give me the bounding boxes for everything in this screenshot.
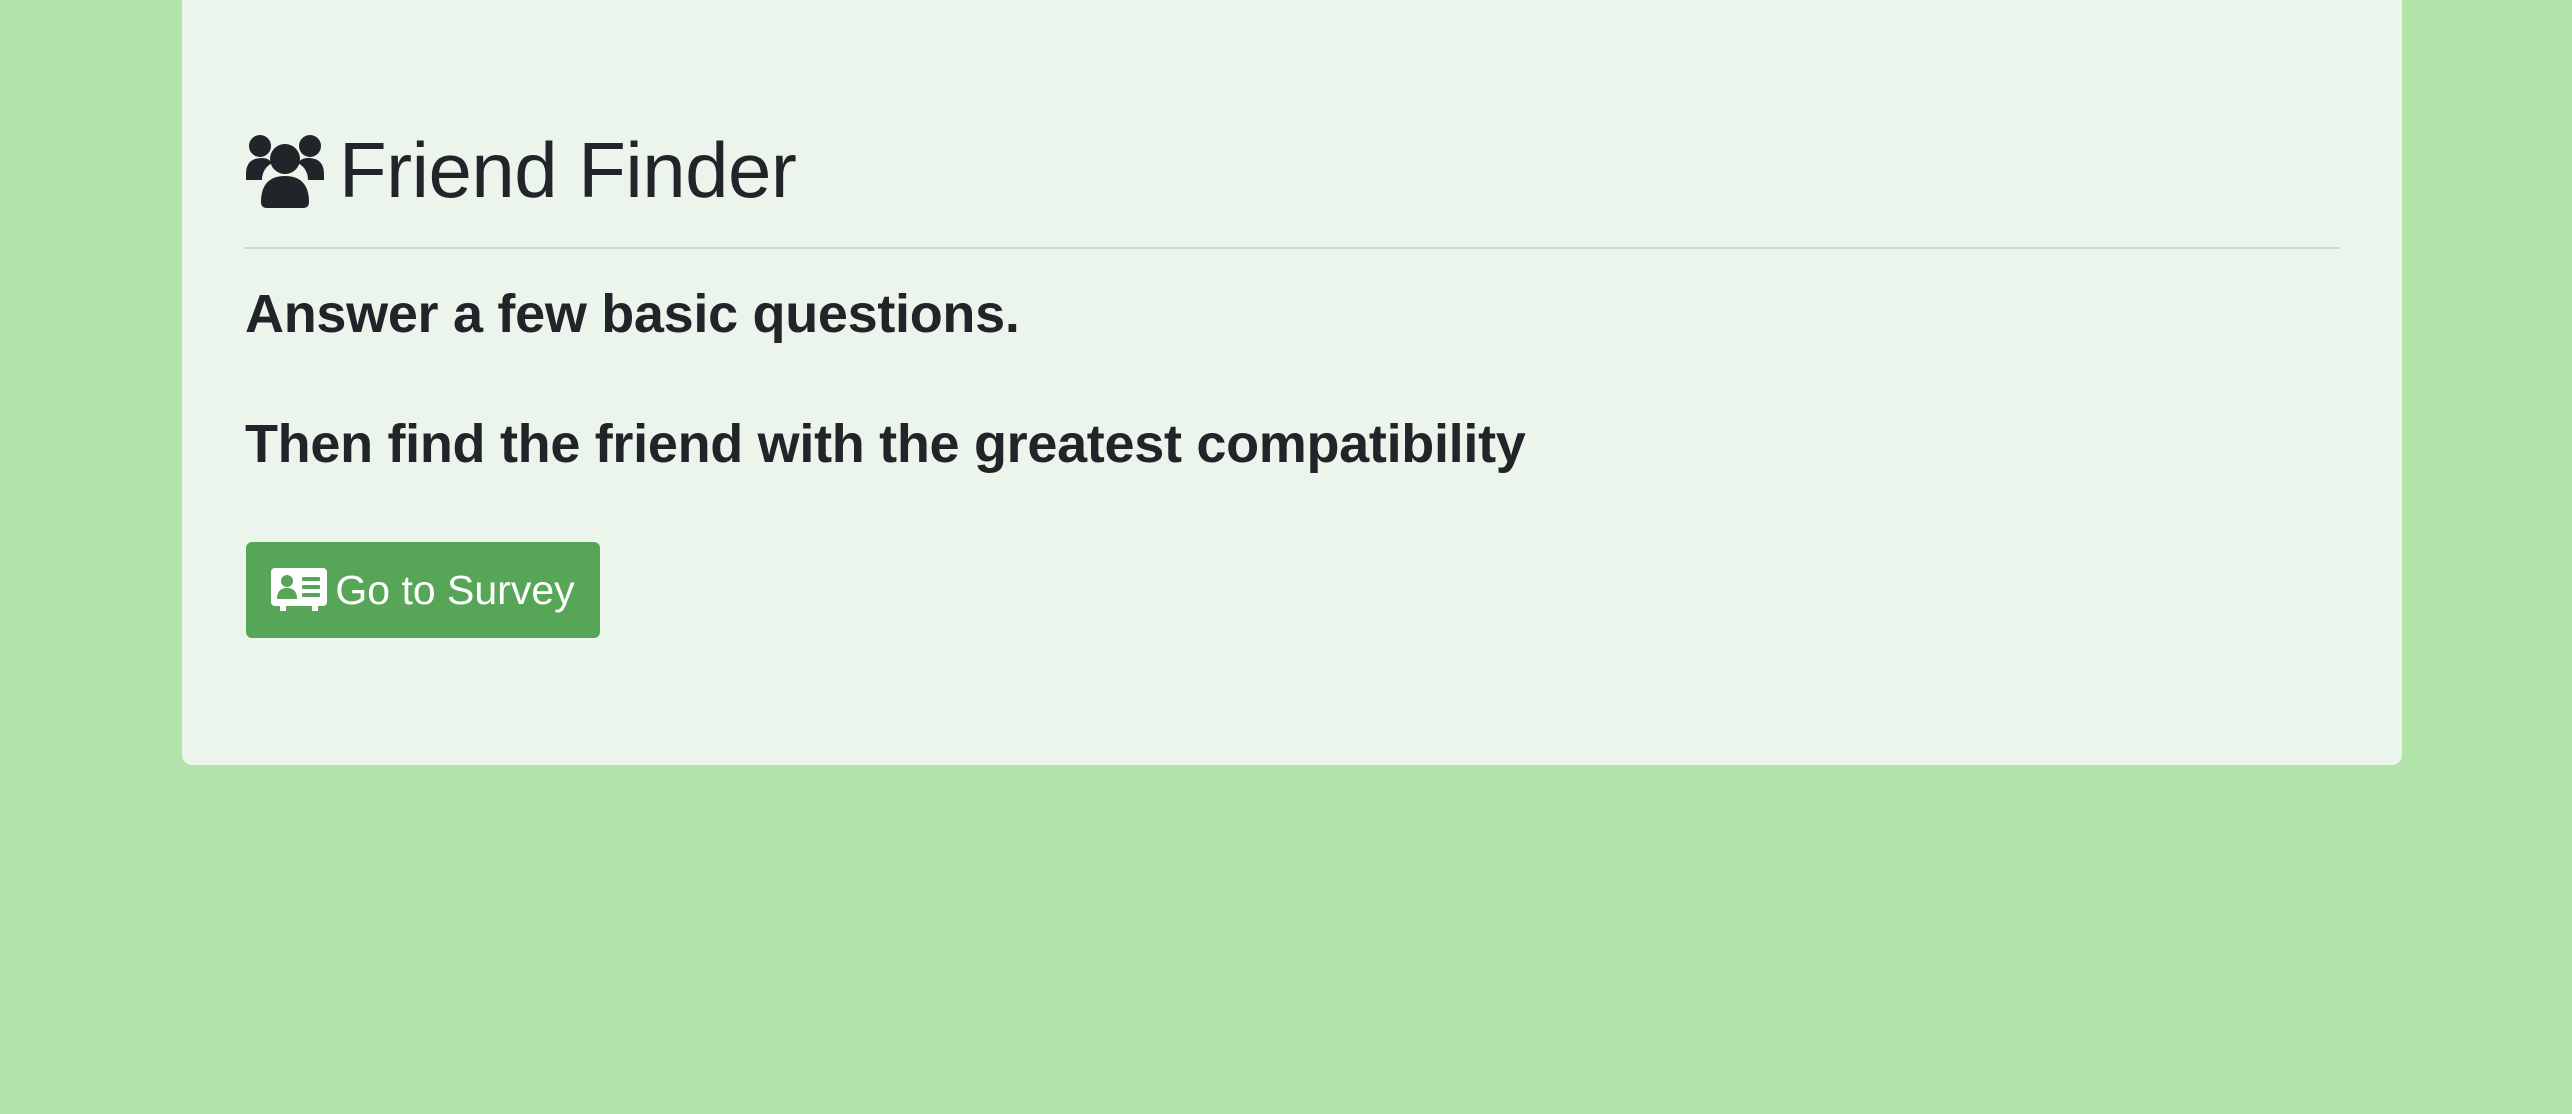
id-card-icon bbox=[271, 568, 328, 611]
users-icon bbox=[246, 135, 324, 208]
go-to-survey-button[interactable]: Go to Survey bbox=[246, 542, 600, 638]
go-to-survey-label: Go to Survey bbox=[335, 566, 575, 613]
intro-line-2: Then find the friend with the greatest c… bbox=[245, 414, 1526, 474]
jumbotron-panel: Friend Finder Answer a few basic questio… bbox=[182, 0, 2402, 765]
page-header: Friend Finder bbox=[245, 126, 797, 214]
intro-line-1: Answer a few basic questions. bbox=[245, 284, 1020, 344]
header-divider bbox=[245, 247, 2339, 249]
page-title: Friend Finder bbox=[339, 126, 797, 214]
